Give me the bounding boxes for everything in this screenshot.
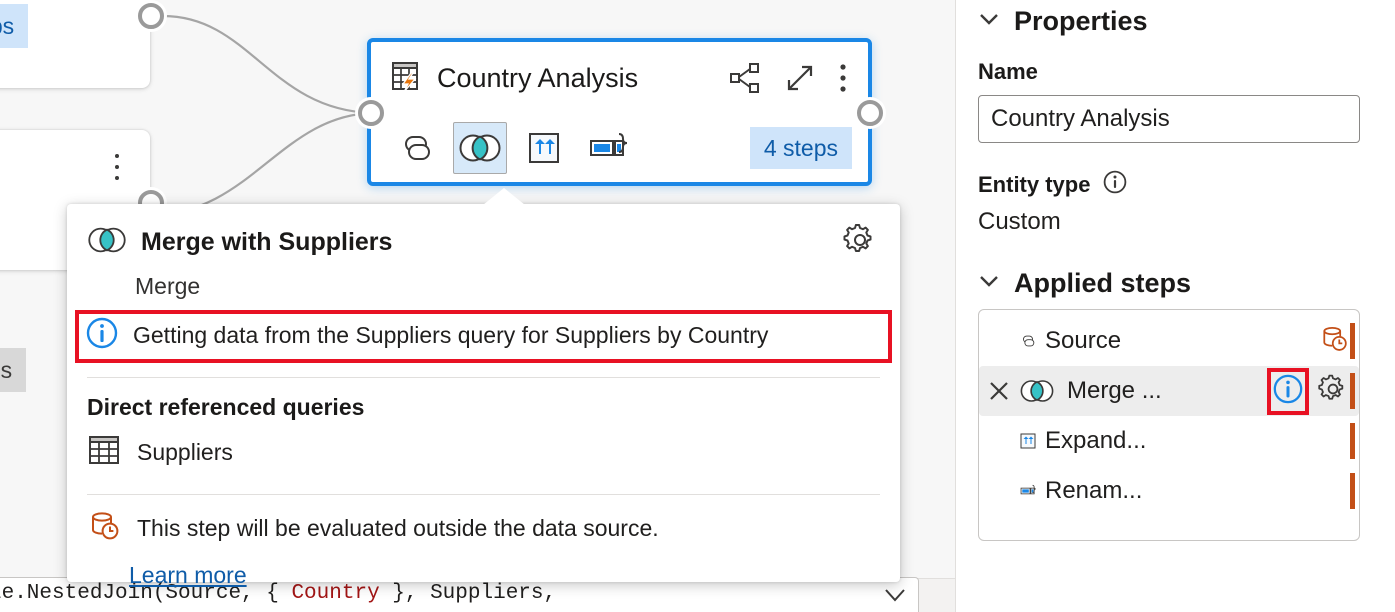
applied-step-label: Source — [1045, 327, 1121, 355]
name-input[interactable]: Country Analysis — [978, 95, 1360, 143]
node-steps-strip: 4 steps — [371, 114, 868, 182]
entity-type-row: Entity type — [978, 169, 1373, 200]
applied-step-label: Merge ... — [1067, 377, 1162, 405]
node-step-merge[interactable] — [453, 122, 507, 174]
properties-panel: Properties Name Country Analysis Entity … — [955, 0, 1395, 612]
applied-step-row-source[interactable]: Source — [979, 316, 1359, 366]
steps-badge[interactable]: 4 steps — [0, 4, 28, 48]
applied-steps-title: Applied steps — [1014, 268, 1191, 299]
step-indicator-bar — [1350, 323, 1355, 359]
step-indicator-bar — [1350, 373, 1355, 409]
flyout-arrow — [483, 188, 525, 205]
flyout-referenced-query[interactable]: Suppliers — [67, 421, 900, 472]
rename-columns-icon — [997, 476, 1037, 506]
diagram-canvas[interactable]: 4 steps 3 steps — [0, 0, 955, 612]
entity-type-label: Entity type — [978, 172, 1090, 198]
flyout-evaluation-note: This step will be evaluated outside the … — [67, 495, 900, 548]
power-query-diagram-view: 4 steps 3 steps — [0, 0, 1395, 612]
applied-step-row-merge[interactable]: Merge ... — [979, 366, 1359, 416]
node-steps-badge[interactable]: 4 steps — [750, 127, 852, 169]
info-circle-icon — [85, 316, 119, 355]
node-output-port[interactable] — [857, 100, 883, 126]
database-clock-icon[interactable] — [1319, 324, 1349, 359]
settings-gear-icon[interactable] — [842, 222, 878, 263]
chevron-down-icon[interactable] — [978, 11, 1000, 32]
applied-step-label: Expand... — [1045, 427, 1146, 455]
expand-columns-icon — [997, 425, 1037, 457]
node-step-source[interactable] — [389, 122, 443, 174]
close-x-icon[interactable] — [985, 377, 1019, 405]
flyout-query-name: Suppliers — [137, 439, 233, 466]
step-details-flyout[interactable]: Merge with Suppliers Merge — [67, 204, 900, 582]
chevron-down-icon[interactable] — [882, 586, 908, 609]
more-options-icon[interactable] — [115, 154, 120, 187]
flyout-title: Merge with Suppliers — [141, 228, 392, 257]
applied-step-row-expand[interactable]: Expand... — [979, 416, 1359, 466]
flyout-info-highlight: Getting data from the Suppliers query fo… — [75, 310, 892, 363]
flyout-evaluation-text: This step will be evaluated outside the … — [137, 515, 659, 542]
node-title: Country Analysis — [437, 63, 638, 94]
step-info-highlight — [1267, 368, 1309, 415]
node-input-port[interactable] — [358, 100, 384, 126]
chevron-down-icon[interactable] — [978, 273, 1000, 294]
node-step-icons — [389, 122, 635, 174]
name-label: Name — [978, 59, 1373, 85]
entity-type-value: Custom — [978, 208, 1373, 236]
applied-steps-section-header[interactable]: Applied steps — [978, 262, 1373, 299]
node-header-actions — [728, 61, 852, 95]
diagram-canvas-surface[interactable]: 4 steps 3 steps — [0, 0, 955, 578]
properties-section-header[interactable]: Properties — [978, 0, 1373, 37]
applied-steps-list[interactable]: Source — [978, 309, 1360, 541]
applied-step-trailing-icons — [1267, 368, 1359, 415]
database-clock-icon — [87, 509, 121, 548]
more-options-icon[interactable] — [838, 62, 848, 94]
source-link-icon — [997, 328, 1037, 354]
merge-icon — [1019, 379, 1059, 403]
node-output-port[interactable] — [138, 3, 164, 29]
node-header: Country Analysis — [371, 42, 868, 114]
lineage-icon[interactable] — [728, 61, 762, 95]
info-circle-icon[interactable] — [1272, 373, 1304, 410]
graph-node-partial-upper[interactable]: 4 steps — [0, 0, 150, 88]
table-lightning-icon — [389, 58, 425, 99]
flyout-header: Merge with Suppliers — [67, 204, 900, 263]
merge-icon — [87, 226, 127, 259]
step-indicator-bar — [1350, 423, 1355, 459]
applied-step-row-rename[interactable]: Renam... — [979, 466, 1359, 516]
properties-title: Properties — [1014, 6, 1148, 37]
node-step-rename[interactable] — [581, 122, 635, 174]
flyout-info-text: Getting data from the Suppliers query fo… — [133, 322, 768, 349]
settings-gear-icon[interactable] — [1317, 373, 1349, 410]
flyout-section-title: Direct referenced queries — [67, 378, 900, 421]
step-indicator-bar — [1350, 473, 1355, 509]
applied-step-label: Renam... — [1045, 477, 1142, 505]
expand-diagonal-icon[interactable] — [784, 62, 816, 94]
info-circle-icon[interactable] — [1102, 169, 1128, 200]
node-step-expand[interactable] — [517, 122, 571, 174]
graph-node-country-analysis[interactable]: Country Analysis — [367, 38, 872, 186]
flyout-subtitle: Merge — [67, 263, 900, 300]
table-icon — [87, 433, 121, 472]
steps-badge[interactable]: 3 steps — [0, 348, 26, 392]
learn-more-link[interactable]: Learn more — [129, 562, 247, 589]
